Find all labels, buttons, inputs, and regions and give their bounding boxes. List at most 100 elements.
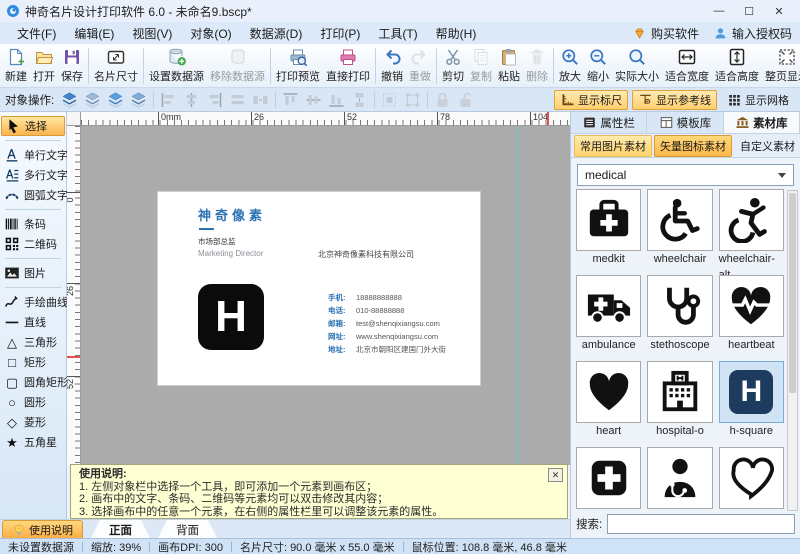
business-card[interactable]: 神奇像素 市场部总监 Marketing Director 北京神奇像素科技有限…: [158, 192, 480, 385]
tool-text-multi[interactable]: 多行文字: [1, 165, 65, 185]
contact-row[interactable]: 手机:18888888888: [328, 291, 446, 304]
design-canvas[interactable]: 神奇像素 市场部总监 Marketing Director 北京神奇像素科技有限…: [81, 126, 570, 465]
paste-button[interactable]: 粘贴: [495, 45, 523, 86]
contact-row[interactable]: 网址:www.shenqixiangsu.com: [328, 330, 446, 343]
menu-item[interactable]: 帮助(H): [427, 23, 486, 44]
zoom-out-button[interactable]: 缩小: [584, 45, 612, 86]
h-square-icon[interactable]: H: [719, 361, 784, 423]
undo-button[interactable]: 撤销: [378, 45, 406, 86]
tool-text-arc[interactable]: 圆弧文字: [1, 185, 65, 205]
gem-icon: [632, 26, 647, 41]
subtab-vector-icons[interactable]: 矢量图标素材: [654, 135, 732, 157]
menu-item[interactable]: 工具(T): [369, 23, 426, 44]
bring-forward-icon[interactable]: [104, 90, 127, 110]
menu-item[interactable]: 文件(F): [8, 23, 65, 44]
card-brand-text[interactable]: 神奇像素: [198, 205, 266, 224]
contact-row[interactable]: 邮箱:test@shenqixiangsu.com: [328, 317, 446, 330]
statusbar-separator: [149, 542, 150, 552]
usage-close-icon[interactable]: ✕: [548, 468, 563, 482]
tool-star[interactable]: ★五角星: [1, 432, 65, 452]
user-md-icon[interactable]: [647, 447, 712, 509]
tool-circle[interactable]: ○圆形: [1, 392, 65, 412]
heart-o-icon[interactable]: [719, 447, 784, 509]
subtab-common-images[interactable]: 常用图片素材: [574, 135, 652, 157]
menu-item[interactable]: 数据源(D): [241, 23, 312, 44]
tool-cursor[interactable]: 选择: [1, 116, 65, 136]
help-tab[interactable]: 使用说明: [2, 520, 83, 538]
card-contacts[interactable]: 手机:18888888888电话:010-88888888邮箱:test@she…: [328, 291, 446, 356]
vertical-ruler: 02652: [67, 126, 81, 465]
menu-item[interactable]: 对象(O): [181, 23, 240, 44]
menu-item[interactable]: 视图(V): [123, 23, 181, 44]
fit-height-button[interactable]: 适合高度: [712, 45, 762, 86]
fit-width-button[interactable]: 适合宽度: [662, 45, 712, 86]
maximize-button[interactable]: ☐: [734, 1, 764, 21]
subtab-custom[interactable]: 自定义素材: [734, 135, 800, 157]
wheelchair-icon[interactable]: [647, 189, 712, 251]
tab-materials[interactable]: 素材库: [724, 112, 800, 133]
ruler-corner: [67, 112, 81, 126]
stethoscope-icon[interactable]: [647, 275, 712, 337]
fit-page-button[interactable]: 整页显示: [762, 45, 800, 86]
plus-square-icon[interactable]: [576, 447, 641, 509]
toolbar-button-label: 设置数据源: [149, 68, 204, 84]
tool-line[interactable]: 直线: [1, 312, 65, 332]
guide-line[interactable]: [517, 126, 518, 465]
tool-curve[interactable]: 手绘曲线: [1, 292, 65, 312]
tool-text-single[interactable]: 单行文字: [1, 145, 65, 165]
show-grid-toggle[interactable]: 显示网格: [721, 90, 795, 110]
tool-barcode[interactable]: 条码: [1, 214, 65, 234]
send-backward-icon[interactable]: [127, 90, 150, 110]
tool-diamond[interactable]: ◇菱形: [1, 412, 65, 432]
enter-license[interactable]: 输入授权码: [713, 25, 792, 42]
show-guides-toggle[interactable]: 显示参考线: [632, 90, 717, 110]
send-to-back-icon[interactable]: [81, 90, 104, 110]
diamond-icon: ◇: [3, 413, 21, 431]
buy-software[interactable]: 购买软件: [632, 25, 699, 42]
hospital-o-icon[interactable]: [647, 361, 712, 423]
cut-button[interactable]: 剪切: [439, 45, 467, 86]
tool-roundrect[interactable]: ▢圆角矩形: [1, 372, 65, 392]
tool-triangle[interactable]: △三角形: [1, 332, 65, 352]
zoom-in-button[interactable]: 放大: [556, 45, 584, 86]
folder-open-button[interactable]: 打开: [30, 45, 58, 86]
page-tab-front[interactable]: 正面: [91, 520, 150, 538]
tool-image[interactable]: 图片: [1, 263, 65, 283]
menu-item[interactable]: 编辑(E): [65, 23, 123, 44]
print-direct-button[interactable]: 直接打印: [323, 45, 373, 86]
tab-templates[interactable]: 模板库: [647, 112, 723, 133]
heartbeat-icon[interactable]: [719, 275, 784, 337]
zoom-actual-button[interactable]: 实际大小: [612, 45, 662, 86]
material-icon-item: Hh-square: [719, 361, 784, 438]
ambulance-icon[interactable]: [576, 275, 641, 337]
contact-row[interactable]: 电话:010-88888888: [328, 304, 446, 317]
tab-properties[interactable]: 属性栏: [571, 112, 647, 133]
show-ruler-toggle[interactable]: 显示标尺: [554, 90, 628, 110]
card-size-button[interactable]: 名片尺寸: [91, 45, 141, 86]
card-role-en-text[interactable]: Marketing Director: [198, 249, 263, 258]
scrollbar-thumb[interactable]: [789, 193, 796, 393]
card-logo[interactable]: H: [198, 284, 264, 350]
tool-qrcode[interactable]: 二维码: [1, 234, 65, 254]
page-tab-back[interactable]: 背面: [158, 520, 217, 538]
category-dropdown[interactable]: medical: [577, 164, 794, 186]
bring-to-front-icon[interactable]: [58, 90, 81, 110]
db-add-button[interactable]: 设置数据源: [146, 45, 207, 86]
print-preview-button[interactable]: 打印预览: [273, 45, 323, 86]
menu-item[interactable]: 打印(P): [311, 23, 369, 44]
grid-scrollbar[interactable]: [787, 190, 798, 511]
card-company-text[interactable]: 北京神奇像素科技有限公司: [318, 249, 414, 260]
heart-icon[interactable]: [576, 361, 641, 423]
minimize-button[interactable]: —: [704, 1, 734, 21]
contact-row[interactable]: 地址:北京市朝阳区建国门外大街: [328, 343, 446, 356]
doc-new-button[interactable]: 新建: [2, 45, 30, 86]
card-role-text[interactable]: 市场部总监: [198, 236, 236, 247]
search-input[interactable]: [607, 514, 795, 534]
medkit-icon[interactable]: [576, 189, 641, 251]
wheelchair-alt-icon[interactable]: [719, 189, 784, 251]
close-button[interactable]: ✕: [764, 1, 794, 21]
statusbar-item: 名片尺寸: 90.0 毫米 x 55.0 毫米: [240, 539, 395, 554]
tool-rect[interactable]: □矩形: [1, 352, 65, 372]
toolbar-button-label: 缩小: [587, 68, 609, 84]
floppy-button[interactable]: 保存: [58, 45, 86, 86]
